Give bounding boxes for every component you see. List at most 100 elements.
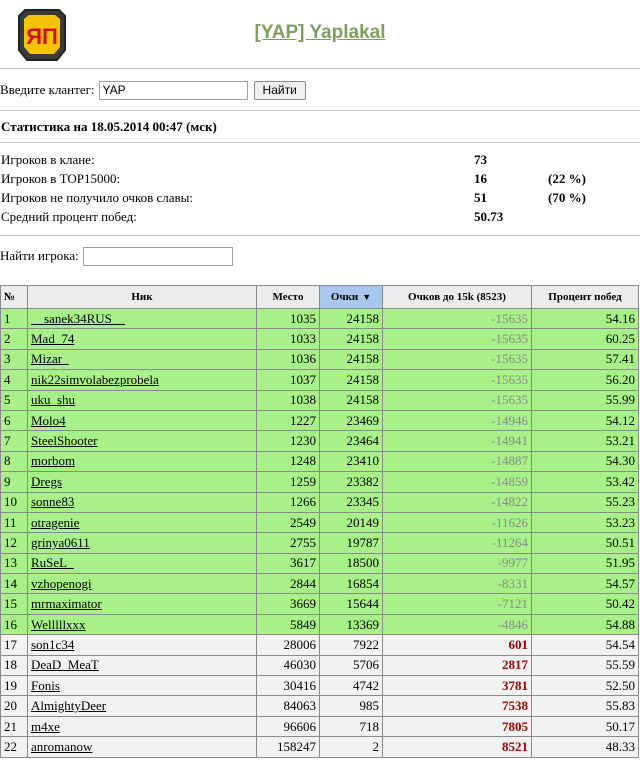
player-link[interactable]: otragenie	[31, 515, 79, 530]
stat-label: Игроков не получило очков славы:	[1, 190, 194, 205]
player-link[interactable]: m4xe	[31, 719, 60, 734]
winrate-cell: 53.23	[531, 511, 639, 534]
page-header: ЯП [YAP] Yaplakal	[0, 0, 640, 69]
player-link[interactable]: Fonis	[31, 678, 60, 693]
points-cell: 2	[319, 736, 383, 758]
divider	[0, 235, 640, 236]
table-header-row: № Ник Место Очки ▼ Очков до 15k (8523) Пр…	[0, 285, 639, 309]
column-header-gap[interactable]: Очков до 15k (8523)	[382, 285, 532, 309]
place-cell: 46030	[256, 654, 320, 677]
stat-label: Игроков в TOP15000:	[1, 171, 121, 186]
row-number-cell: 22	[0, 736, 28, 758]
row-number-cell: 11	[0, 511, 28, 534]
gap-cell: -8331	[382, 573, 532, 595]
player-link[interactable]: RuSeL_	[31, 555, 74, 570]
divider	[0, 110, 640, 111]
points-cell: 7922	[319, 634, 383, 656]
place-cell: 96606	[256, 715, 320, 738]
clan-search-label: Введите клантег:	[0, 82, 95, 97]
table-row: 9 Dregs 1259 23382 -14859 53.42	[0, 471, 639, 493]
points-cell: 18500	[319, 552, 383, 575]
row-number-cell: 14	[0, 573, 28, 595]
points-cell: 23345	[319, 491, 383, 513]
place-cell: 1266	[256, 491, 320, 513]
player-link[interactable]: grinya0611	[31, 535, 90, 550]
nick-cell: grinya0611	[27, 532, 257, 554]
nick-cell: anromanow	[27, 736, 257, 758]
winrate-cell: 56.20	[531, 369, 639, 391]
points-cell: 718	[319, 715, 383, 738]
points-cell: 20149	[319, 511, 383, 534]
gap-cell: 3781	[382, 675, 532, 697]
page-title[interactable]: [YAP] Yaplakal	[0, 22, 640, 44]
player-search-form: Найти игрока:	[0, 245, 233, 267]
nick-cell: Mad_74	[27, 328, 257, 350]
column-header-winrate[interactable]: Процент побед	[531, 285, 639, 309]
player-link[interactable]: Welllllxxx	[31, 617, 86, 632]
stat-label: Средний процент побед:	[1, 209, 137, 224]
nick-cell: Mizar_	[27, 348, 257, 371]
player-link[interactable]: son1c34	[31, 637, 74, 652]
row-number-cell: 2	[0, 328, 28, 350]
points-cell: 985	[319, 695, 383, 717]
gap-cell: -11626	[382, 511, 532, 534]
row-number-cell: 20	[0, 695, 28, 717]
winrate-cell: 48.33	[531, 736, 639, 758]
player-link[interactable]: sonne83	[31, 494, 74, 509]
clan-title-link[interactable]: [YAP] Yaplakal	[255, 22, 386, 43]
points-cell: 23464	[319, 430, 383, 452]
place-cell: 1248	[256, 450, 320, 473]
player-link[interactable]: Dregs	[31, 474, 62, 489]
place-cell: 3669	[256, 593, 320, 615]
gap-cell: -14941	[382, 430, 532, 452]
place-cell: 2549	[256, 511, 320, 534]
place-cell: 1230	[256, 430, 320, 452]
player-link[interactable]: uku_shu	[31, 392, 75, 407]
gap-cell: -14887	[382, 450, 532, 473]
gap-cell: -14859	[382, 471, 532, 493]
nick-cell: mrmaximator	[27, 593, 257, 615]
gap-cell: -4846	[382, 613, 532, 636]
player-link[interactable]: SteelShooter	[31, 433, 97, 448]
gap-cell: -15635	[382, 389, 532, 411]
gap-cell: -11264	[382, 532, 532, 554]
row-number-cell: 10	[0, 491, 28, 513]
nick-cell: otragenie	[27, 511, 257, 534]
player-link[interactable]: AlmightyDeer	[31, 698, 106, 713]
winrate-cell: 50.17	[531, 715, 639, 738]
table-row: 3 Mizar_ 1036 24158 -15635 57.41	[0, 348, 639, 371]
table-row: 19 Fonis 30416 4742 3781 52.50	[0, 675, 639, 697]
player-link[interactable]: Molo4	[31, 413, 66, 428]
column-header-place[interactable]: Место	[256, 285, 320, 309]
nick-cell: uku_shu	[27, 389, 257, 411]
points-cell: 24158	[319, 369, 383, 391]
place-cell: 1035	[256, 307, 320, 330]
player-link[interactable]: Mizar_	[31, 351, 69, 366]
nick-cell: son1c34	[27, 634, 257, 656]
column-header-number[interactable]: №	[0, 285, 28, 309]
table-row: 2 Mad_74 1033 24158 -15635 60.25	[0, 328, 639, 350]
player-link[interactable]: nik22simvolabezprobela	[31, 372, 159, 387]
table-row: 17 son1c34 28006 7922 601 54.54	[0, 634, 639, 656]
player-link[interactable]: mrmaximator	[31, 596, 102, 611]
points-cell: 19787	[319, 532, 383, 554]
player-link[interactable]: Mad_74	[31, 331, 74, 346]
gap-cell: -7121	[382, 593, 532, 615]
place-cell: 5849	[256, 613, 320, 636]
column-header-nick[interactable]: Ник	[27, 285, 257, 309]
clan-tag-input[interactable]	[98, 80, 248, 100]
player-link[interactable]: DeaD_MeaT	[31, 657, 99, 672]
find-clan-button[interactable]: Найти	[253, 80, 306, 100]
player-link[interactable]: vzhopenogi	[31, 576, 92, 591]
player-link[interactable]: __sanek34RUS__	[31, 311, 125, 326]
player-link[interactable]: anromanow	[31, 739, 92, 754]
player-link[interactable]: morbom	[31, 453, 75, 468]
column-header-points[interactable]: Очки ▼	[319, 285, 383, 309]
row-number-cell: 15	[0, 593, 28, 615]
winrate-cell: 57.41	[531, 348, 639, 371]
points-cell: 23469	[319, 409, 383, 432]
row-number-cell: 5	[0, 389, 28, 411]
place-cell: 158247	[256, 736, 320, 758]
nick-cell: vzhopenogi	[27, 573, 257, 595]
player-search-input[interactable]	[82, 246, 233, 266]
